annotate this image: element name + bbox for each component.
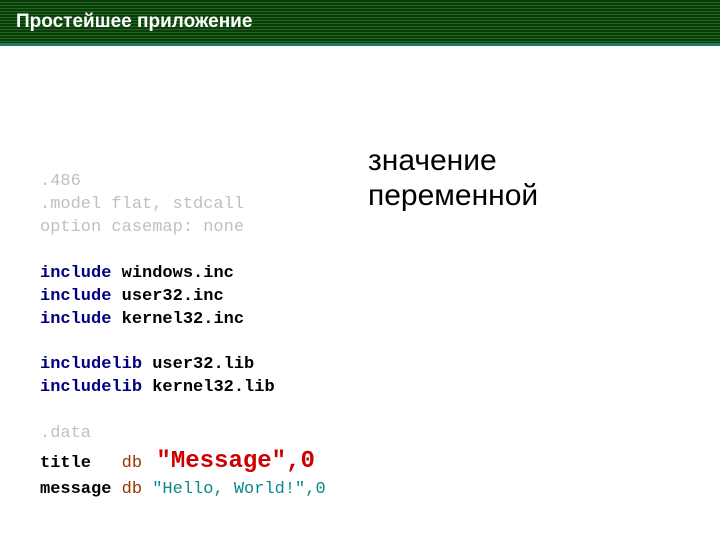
code-keyword: include <box>40 264 111 283</box>
code-label: message <box>40 480 122 499</box>
code-directive: option casemap: none <box>40 218 244 237</box>
code-keyword: include <box>40 310 111 329</box>
code-arg: user32.inc <box>111 287 223 306</box>
code-arg: kernel32.lib <box>142 378 275 397</box>
code-terminator: ,0 <box>286 448 315 475</box>
code-directive: .model flat, stdcall <box>40 195 244 214</box>
annotation-line2: переменной <box>368 179 538 214</box>
annotation-line1: значение <box>368 144 538 179</box>
code-string: "Message" <box>142 448 286 475</box>
code-string: "Hello, World!",0 <box>142 480 326 499</box>
code-directive: .486 <box>40 172 81 191</box>
slide-title: Простейшее приложение <box>16 11 252 33</box>
slide-body: .486 .model flat, stdcall option casemap… <box>0 46 720 537</box>
slide-header: Простейшее приложение <box>0 0 720 46</box>
code-type: db <box>122 454 142 473</box>
code-keyword: includelib <box>40 378 142 397</box>
code-arg: windows.inc <box>111 264 233 283</box>
code-keyword: include <box>40 287 111 306</box>
code-arg: kernel32.inc <box>111 310 244 329</box>
code-keyword: includelib <box>40 355 142 374</box>
code-type: db <box>122 480 142 499</box>
code-label: title <box>40 454 122 473</box>
code-arg: user32.lib <box>142 355 254 374</box>
annotation-label: значение переменной <box>368 144 538 213</box>
code-section: .data <box>40 424 91 443</box>
code-block: .486 .model flat, stdcall option casemap… <box>40 148 326 502</box>
